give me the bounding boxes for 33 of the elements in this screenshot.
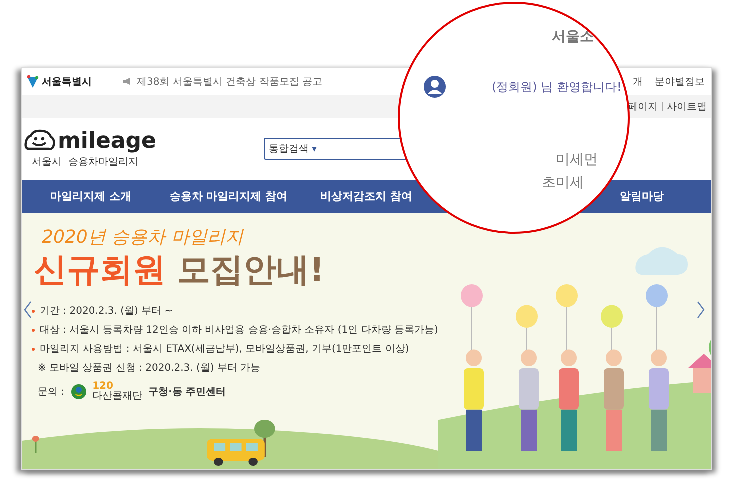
call-center-name: 다산콜재단 — [92, 392, 143, 402]
contact-other-text: 구청·동 주민센터 — [148, 386, 226, 400]
user-icon — [424, 76, 446, 98]
nav-menu-item[interactable]: 마일리지제 소개 — [50, 189, 132, 204]
dust-status-text: 미세먼 — [556, 151, 598, 169]
top-menu-link[interactable]: 분야별정보 — [655, 74, 705, 88]
nav-menu-item[interactable]: 승용차 마일리지제 참여 — [170, 189, 288, 204]
call-center-logo-icon — [70, 384, 87, 400]
megaphone-icon — [123, 78, 132, 85]
seoul-logo-icon — [26, 74, 40, 88]
search-scope-dropdown[interactable]: 통합검색 ▾ — [269, 142, 317, 156]
dust-status-text: 초미세 — [542, 174, 584, 192]
banner-info-text: 기간 : 2020.2.3. (월) 부터 ~ — [40, 305, 174, 318]
magnified-text: 서울소 — [552, 28, 594, 46]
bullet-dot-icon — [32, 348, 35, 351]
utility-link[interactable]: 사이트맵 — [667, 100, 707, 114]
banner-headline: 신규회원 모집안내! — [34, 249, 326, 290]
banner-info-text: 마일리지 사용방법 : 서울시 ETAX(세금납부), 모바일상품권, 기부(1만포인트 이상) — [40, 343, 410, 356]
top-menu-link[interactable]: 개 — [633, 74, 643, 88]
banner-kicker: 2020년 승용차 마일리지 — [42, 226, 245, 249]
logo-subtitle: 서울시 승용차마일리지 — [32, 156, 140, 169]
call-number: 120 — [92, 382, 114, 392]
welcome-message: (정회원) 님 환영합니다! — [492, 79, 622, 96]
mileage-logo-text[interactable]: mileage — [58, 131, 156, 153]
notice-link[interactable]: 제38회 서울특별시 건축상 작품모집 공고 — [137, 74, 322, 88]
nav-menu-item[interactable]: 알림마당 — [620, 189, 664, 204]
bullet-dot-icon — [32, 310, 35, 313]
banner-info-text: ※ 모바일 상품권 신청 : 2020.2.3. (월) 부터 가능 — [38, 362, 261, 376]
contact-label: 문의 : — [38, 386, 65, 400]
bullet-dot-icon — [32, 328, 35, 332]
banner-info-text: 대상 : 서울시 등록차량 12인승 이하 비사업용 승용·승합차 소유자 (1인 다차량 등록가능) — [40, 324, 438, 338]
seoul-logo-text[interactable]: 서울특별시 — [42, 74, 92, 88]
nav-menu-item[interactable]: 비상저감조치 참여 — [320, 189, 412, 204]
